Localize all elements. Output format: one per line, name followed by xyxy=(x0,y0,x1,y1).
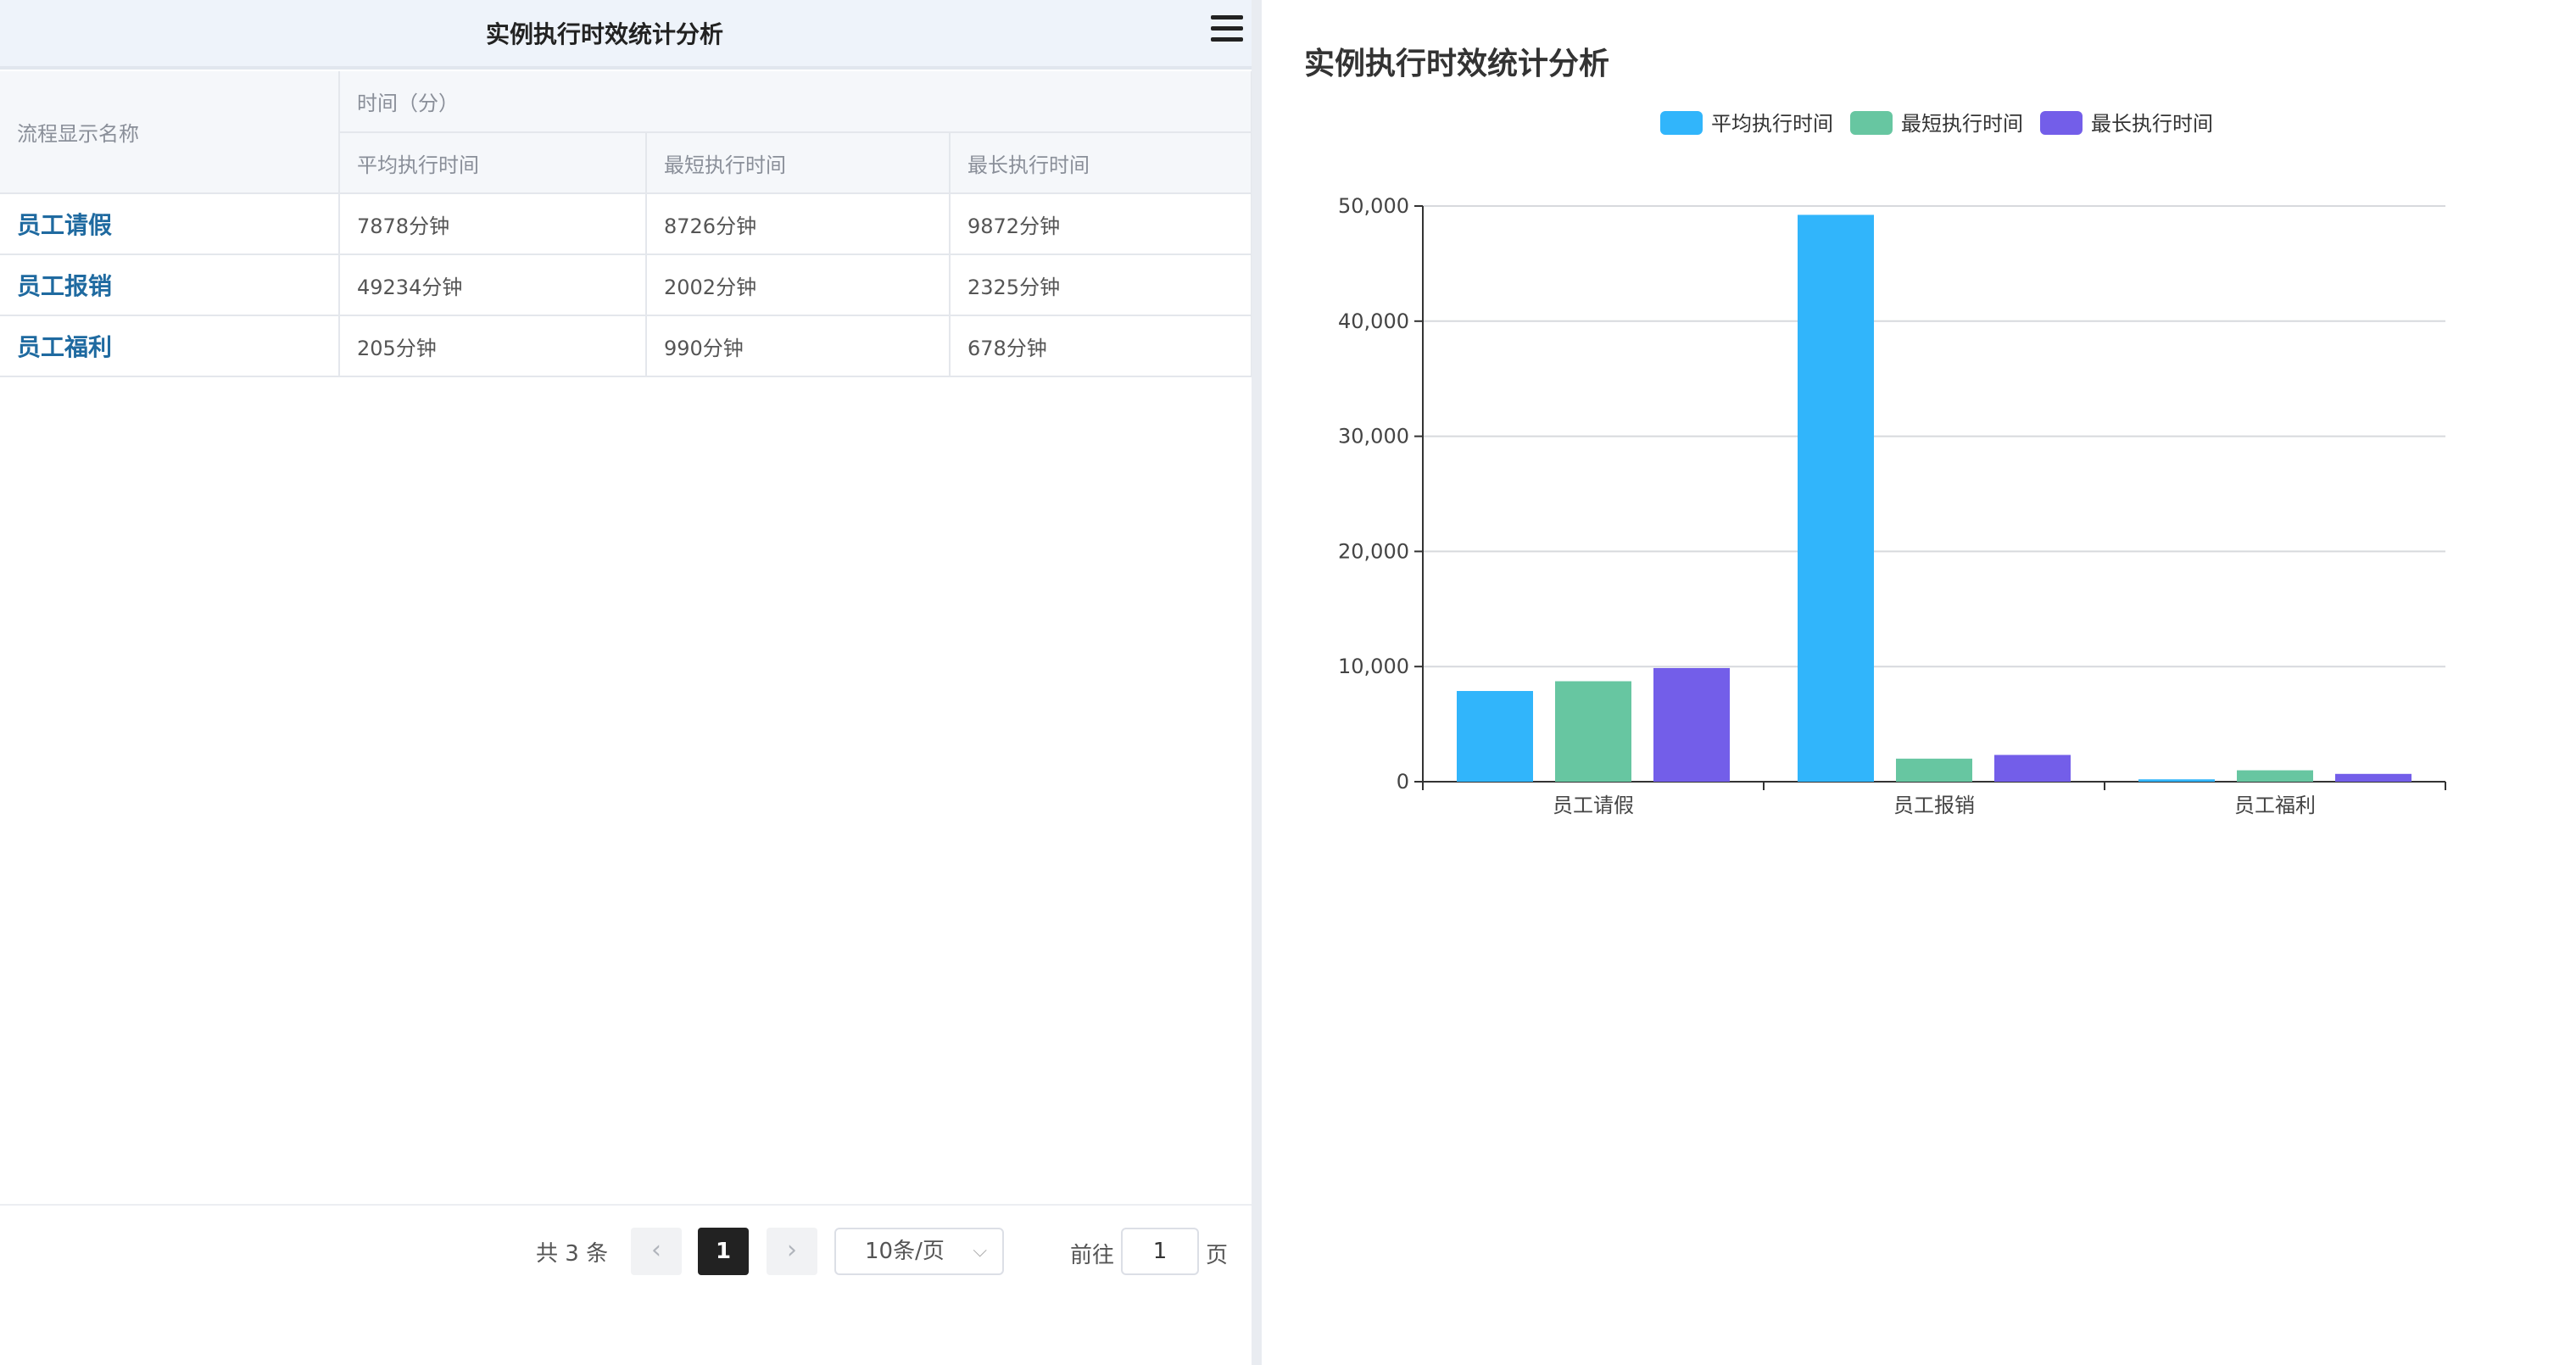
y-tick-label: 10,000 xyxy=(1338,655,1409,678)
bar-chart: 平均执行时间 最短执行时间 最长执行时间 0 10,000 20,000 30,000 40,… xyxy=(1338,111,2446,817)
cell-max-time: 9872分钟 xyxy=(950,193,1253,255)
cell-max-time: 678分钟 xyxy=(950,315,1253,377)
cell-avg-time: 205分钟 xyxy=(339,315,647,377)
y-tick-label: 40,000 xyxy=(1338,309,1409,333)
y-tick-label: 50,000 xyxy=(1338,194,1409,218)
page-size-value: 10条/页 xyxy=(865,1239,945,1264)
table-row: 员工报销 49234分钟 2002分钟 2325分钟 xyxy=(0,254,1253,316)
goto-suffix: 页 xyxy=(1206,1243,1229,1268)
cell-max-time: 2325分钟 xyxy=(950,254,1253,316)
y-tick-label: 30,000 xyxy=(1338,425,1409,448)
page-size-select[interactable]: 10条/页 ⌵ xyxy=(834,1228,1004,1275)
bar[interactable] xyxy=(1457,691,1533,782)
table-row: 员工请假 7878分钟 8726分钟 9872分钟 xyxy=(0,193,1253,255)
bar[interactable] xyxy=(1798,214,1874,782)
y-tick-label: 0 xyxy=(1397,770,1409,794)
next-page-button[interactable]: › xyxy=(767,1228,817,1275)
stats-table: 流程显示名称 时间（分） 平均执行时间 最短执行时间 最长执行时间 员工请假 7… xyxy=(0,71,1253,377)
header-process-name[interactable]: 流程显示名称 xyxy=(0,71,340,194)
goto-page-input[interactable] xyxy=(1121,1228,1199,1275)
header-time-group: 时间（分） xyxy=(339,71,1253,133)
table-row: 员工福利 205分钟 990分钟 678分钟 xyxy=(0,315,1253,377)
legend-swatch[interactable] xyxy=(1850,111,1893,135)
chevron-right-icon: › xyxy=(787,1235,797,1265)
cell-min-time: 2002分钟 xyxy=(646,254,951,316)
bar[interactable] xyxy=(2335,773,2412,782)
bar[interactable] xyxy=(1994,755,2071,782)
hamburger-menu-icon[interactable] xyxy=(1209,14,1245,44)
process-name-link[interactable]: 员工报销 xyxy=(0,254,340,316)
bar[interactable] xyxy=(2138,779,2215,782)
table-header: 实例执行时效统计分析 xyxy=(0,0,1252,70)
pagination: 共 3 条 ‹ 1 › 10条/页 ⌵ 前往 页 xyxy=(0,1204,1252,1299)
bar[interactable] xyxy=(1896,758,1972,782)
header-avg-time[interactable]: 平均执行时间 xyxy=(339,132,647,194)
bar[interactable] xyxy=(2237,770,2313,782)
header-min-time[interactable]: 最短执行时间 xyxy=(646,132,951,194)
process-name-link[interactable]: 员工请假 xyxy=(0,193,340,255)
cell-avg-time: 7878分钟 xyxy=(339,193,647,255)
page-number-current[interactable]: 1 xyxy=(698,1228,749,1275)
cell-avg-time: 49234分钟 xyxy=(339,254,647,316)
legend-label[interactable]: 最短执行时间 xyxy=(1901,112,2023,136)
chevron-left-icon: ‹ xyxy=(651,1235,661,1265)
y-tick-label: 20,000 xyxy=(1338,539,1409,563)
legend-label[interactable]: 平均执行时间 xyxy=(1711,112,1833,136)
table-panel: 实例执行时效统计分析 流程显示名称 时间（分） 平均执行时间 最短执行时间 最长… xyxy=(0,0,1253,1365)
process-name-link[interactable]: 员工福利 xyxy=(0,315,340,377)
legend-label[interactable]: 最长执行时间 xyxy=(2091,112,2213,136)
bar[interactable] xyxy=(1555,681,1631,782)
total-count: 共 3 条 xyxy=(536,1241,609,1267)
chevron-down-icon: ⌵ xyxy=(973,1240,987,1262)
chart-panel: 实例执行时效统计分析 平均执行时间 最短执行时间 最长执行时间 0 10,000 20,0… xyxy=(1262,0,2576,1365)
table-title: 实例执行时效统计分析 xyxy=(485,20,723,48)
goto-label: 前往 xyxy=(1070,1243,1115,1268)
cell-min-time: 8726分钟 xyxy=(646,193,951,255)
prev-page-button[interactable]: ‹ xyxy=(631,1228,682,1275)
cell-min-time: 990分钟 xyxy=(646,315,951,377)
x-tick-label: 员工报销 xyxy=(1893,794,1975,817)
panel-divider[interactable] xyxy=(1252,0,1262,1365)
x-tick-label: 员工请假 xyxy=(1553,794,1634,817)
header-max-time[interactable]: 最长执行时间 xyxy=(950,132,1253,194)
bar[interactable] xyxy=(1653,667,1730,782)
legend-swatch[interactable] xyxy=(2040,111,2083,135)
legend-swatch[interactable] xyxy=(1660,111,1703,135)
x-tick-label: 员工福利 xyxy=(2234,794,2316,817)
